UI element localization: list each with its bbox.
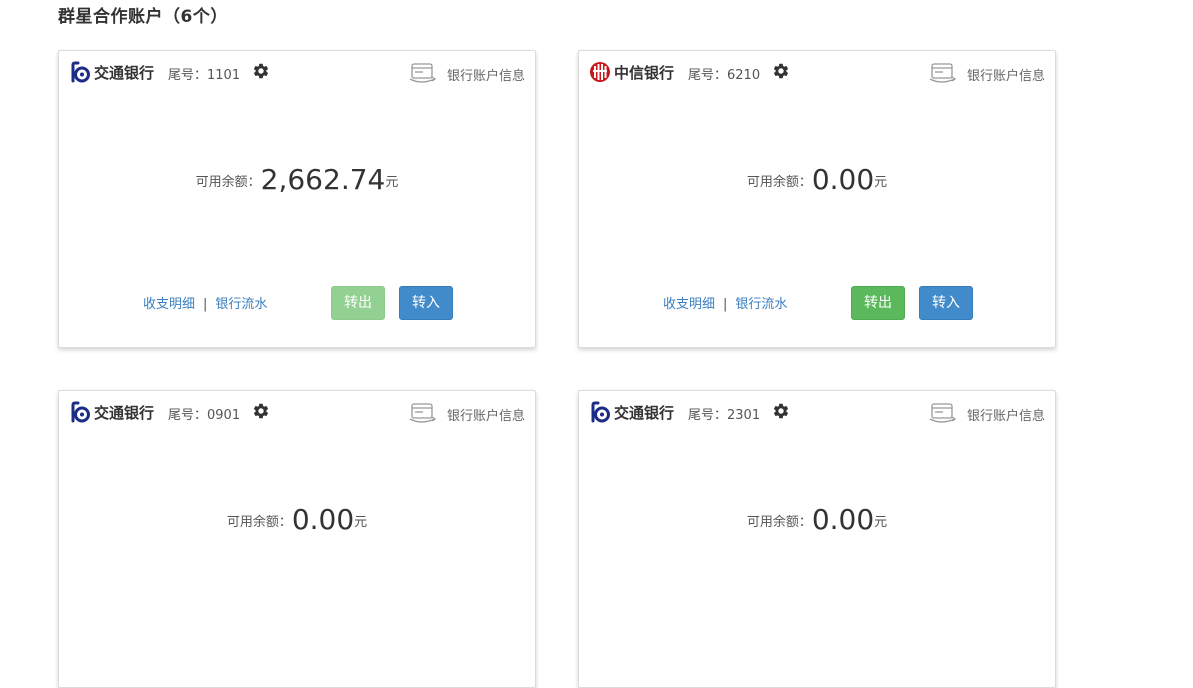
- bank-account-info-label: 银行账户信息: [966, 409, 1045, 424]
- bank-name: 中信银行: [614, 64, 675, 82]
- account-card: 交通银行 尾号：2301 银行账户信息 可用余额：0.00元: [578, 390, 1056, 688]
- bank-account-info-label: 银行账户信息: [966, 69, 1045, 84]
- account-tail-number: 尾号：2301: [688, 408, 761, 423]
- account-card: 中信银行 尾号：6210 银行账户信息 可用余额：0.00元 收支明细 | 银行流水…: [578, 50, 1056, 348]
- bank-account-info-link[interactable]: 银行账户信息: [395, 61, 525, 85]
- card-links: 收支明细 | 银行流水: [663, 293, 787, 312]
- balance-row: 可用余额：0.00元: [579, 163, 1055, 203]
- bank-account-info-link[interactable]: 银行账户信息: [915, 61, 1045, 85]
- bank-account-info-label: 银行账户信息: [446, 409, 525, 424]
- card-links: 收支明细 | 银行流水: [143, 293, 267, 312]
- balance-label: 可用余额：: [226, 515, 292, 530]
- bank-card-icon: [409, 403, 437, 423]
- balance-row: 可用余额：0.00元: [579, 503, 1055, 543]
- link-separator: |: [203, 297, 208, 312]
- link-separator: |: [723, 297, 728, 312]
- card-header: 中信银行 尾号：6210 银行账户信息: [589, 59, 1045, 85]
- card-header: 交通银行 尾号：2301 银行账户信息: [589, 399, 1045, 425]
- balance-label: 可用余额：: [746, 515, 812, 530]
- bank-card-icon: [929, 63, 957, 83]
- gear-icon[interactable]: [772, 402, 790, 420]
- gear-icon[interactable]: [252, 402, 270, 420]
- balance-row: 可用余额：0.00元: [59, 503, 535, 543]
- bank-name: 交通银行: [94, 404, 155, 422]
- bank-statement-link[interactable]: 银行流水: [215, 297, 267, 312]
- bank-card-icon: [409, 63, 437, 83]
- gear-icon[interactable]: [772, 62, 790, 80]
- balance-amount: 0.00: [811, 503, 875, 536]
- balance-label: 可用余额：: [195, 175, 261, 190]
- bank-card-icon: [929, 403, 957, 423]
- balance-amount: 2,662.74: [260, 163, 386, 196]
- balance-amount: 0.00: [291, 503, 355, 536]
- bank-name: 交通银行: [94, 64, 155, 82]
- balance-unit: 元: [874, 175, 888, 190]
- bank-account-info-link[interactable]: 银行账户信息: [915, 401, 1045, 425]
- bocom-logo-icon: [71, 61, 90, 83]
- income-expense-detail-link[interactable]: 收支明细: [143, 297, 195, 312]
- bank-account-info-label: 银行账户信息: [446, 69, 525, 84]
- transfer-out-button[interactable]: 转出: [331, 286, 385, 320]
- balance-label: 可用余额：: [746, 175, 812, 190]
- transfer-in-button[interactable]: 转入: [919, 286, 973, 320]
- bocom-logo-icon: [71, 401, 90, 423]
- balance-unit: 元: [874, 515, 888, 530]
- balance-amount: 0.00: [811, 163, 875, 196]
- balance-row: 可用余额：2,662.74元: [59, 163, 535, 203]
- income-expense-detail-link[interactable]: 收支明细: [663, 297, 715, 312]
- account-tail-number: 尾号：6210: [688, 68, 761, 83]
- bocom-logo-icon: [591, 401, 610, 423]
- bank-statement-link[interactable]: 银行流水: [735, 297, 787, 312]
- account-card: 交通银行 尾号：1101 银行账户信息 可用余额：2,662.74元 收支明细 |…: [58, 50, 536, 348]
- card-header: 交通银行 尾号：1101 银行账户信息: [69, 59, 525, 85]
- balance-unit: 元: [354, 515, 368, 530]
- account-tail-number: 尾号：0901: [168, 408, 241, 423]
- account-tail-number: 尾号：1101: [168, 68, 241, 83]
- gear-icon[interactable]: [252, 62, 270, 80]
- citic-logo-icon: [590, 62, 610, 82]
- card-header: 交通银行 尾号：0901 银行账户信息: [69, 399, 525, 425]
- transfer-out-button[interactable]: 转出: [851, 286, 905, 320]
- transfer-in-button[interactable]: 转入: [399, 286, 453, 320]
- section-title: 群星合作账户（6个）: [58, 7, 228, 27]
- bank-account-info-link[interactable]: 银行账户信息: [395, 401, 525, 425]
- balance-unit: 元: [385, 175, 399, 190]
- account-card: 交通银行 尾号：0901 银行账户信息 可用余额：0.00元: [58, 390, 536, 688]
- bank-name: 交通银行: [614, 404, 675, 422]
